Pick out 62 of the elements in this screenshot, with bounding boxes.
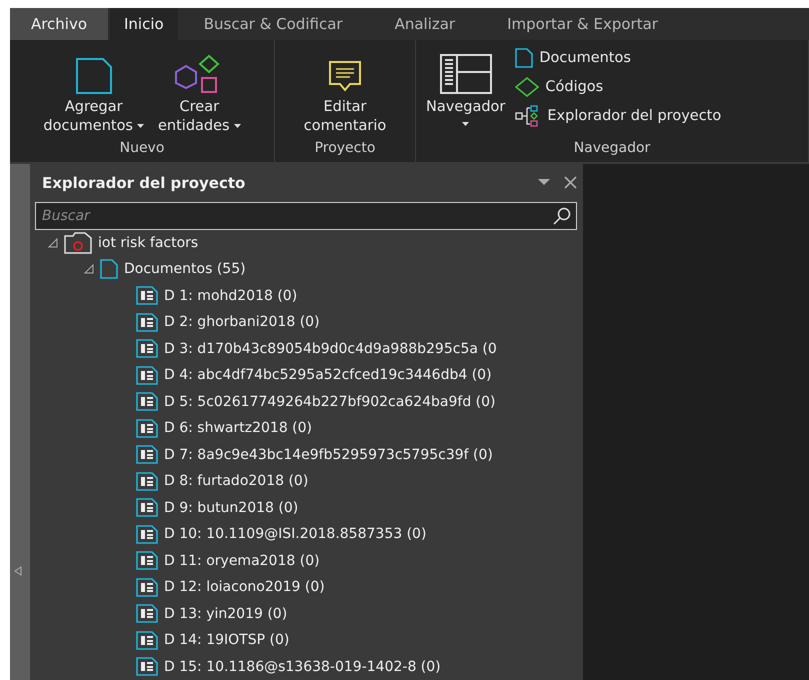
text-document-icon [136, 445, 158, 464]
diamond-icon [515, 77, 540, 97]
tree-item[interactable]: D 12: loiacono2019 (0) [164, 579, 325, 596]
ribbon-tab[interactable]: Inicio [110, 8, 178, 40]
ribbon-button[interactable]: Crear entidades [154, 44, 245, 136]
text-document-icon [136, 498, 158, 518]
tree-item[interactable]: D 10: 10.1109@ISI.2018.8587353 (0) [164, 526, 426, 542]
tree-item[interactable]: D 13: yin2019 (0) [164, 606, 288, 622]
group-label: Navegador [572, 138, 652, 158]
text-document-icon [136, 604, 158, 624]
layout-icon [440, 54, 492, 94]
text-document-icon [136, 418, 158, 438]
expanded-arrow-icon[interactable] [48, 238, 58, 248]
tree-item[interactable]: D 8: furtado2018 (0) [164, 473, 308, 490]
tree-item[interactable]: D 5: 5c02617749264b227bf902ca624ba9fd (0) [164, 394, 496, 410]
close-icon[interactable] [564, 176, 577, 189]
tree-item[interactable]: D 4: abc4df74bc5295a52cfced19c3446db4 (0) [164, 367, 492, 384]
document-icon [515, 48, 534, 68]
tree-item[interactable]: iot risk factors [98, 234, 198, 251]
ribbon-tab[interactable]: Buscar & Codificar [178, 8, 369, 40]
tree-item[interactable]: D 2: ghorbani2018 (0) [164, 314, 320, 330]
dropdown-icon[interactable] [538, 179, 550, 186]
file-menu-tab[interactable]: Archivo [10, 8, 108, 40]
text-document-icon [136, 551, 158, 570]
tree-item[interactable]: D 11: oryema2018 (0) [164, 552, 320, 569]
ribbon-tab[interactable]: Analizar [368, 8, 482, 40]
search-field[interactable]: Buscar [35, 202, 577, 230]
text-document-icon [136, 392, 158, 412]
tree-item[interactable]: D 1: mohd2018 (0) [164, 288, 298, 304]
text-document-icon [136, 312, 158, 332]
collapse-arrow-icon[interactable] [14, 566, 22, 576]
expanded-arrow-icon[interactable] [84, 264, 94, 274]
ribbon-button[interactable]: Editar comentario [300, 44, 390, 136]
text-document-icon [136, 286, 158, 306]
tree-item[interactable]: Documentos (55) [124, 261, 246, 278]
document-icon [100, 259, 118, 280]
tree-item[interactable]: D 3: d170b43c89054b9d0c4d9a988b295c5a (0 [164, 340, 497, 357]
tree-item[interactable]: D 14: 19IOTSP (0) [164, 632, 290, 648]
search-icon [553, 206, 571, 224]
comment-icon [328, 60, 362, 94]
tree-item[interactable]: D 6: shwartz2018 (0) [164, 420, 312, 436]
ribbon-small-button[interactable]: Documentos [515, 44, 722, 72]
group-label: Nuevo [118, 138, 166, 158]
text-document-icon [136, 578, 158, 597]
text-document-icon [136, 630, 158, 650]
text-document-icon [136, 339, 158, 358]
group-label: Proyecto [314, 138, 376, 158]
ribbon-small-button[interactable]: Códigos [515, 72, 722, 102]
ribbon-button[interactable]: Navegador [422, 44, 510, 130]
document-icon [74, 58, 113, 94]
tree-item[interactable]: D 9: butun2018 (0) [164, 500, 298, 516]
tree-item[interactable]: D 15: 10.1186@s13638-019-1402-8 (0) [164, 658, 441, 675]
ribbon-tab[interactable]: Importar & Exportar [481, 8, 684, 40]
text-document-icon [136, 472, 158, 491]
panel-title: Explorador del proyecto [42, 174, 246, 192]
ribbon-small-button[interactable]: Explorador del proyecto [515, 102, 722, 130]
text-document-icon [136, 524, 158, 544]
tree-item[interactable]: D 7: 8a9c9e43bc14e9fb5295973c5795c39f (0) [164, 446, 493, 463]
project-icon [64, 232, 92, 254]
text-document-icon [136, 366, 158, 385]
ribbon-button[interactable]: Agregar documentos [39, 44, 148, 136]
text-document-icon [136, 657, 158, 676]
